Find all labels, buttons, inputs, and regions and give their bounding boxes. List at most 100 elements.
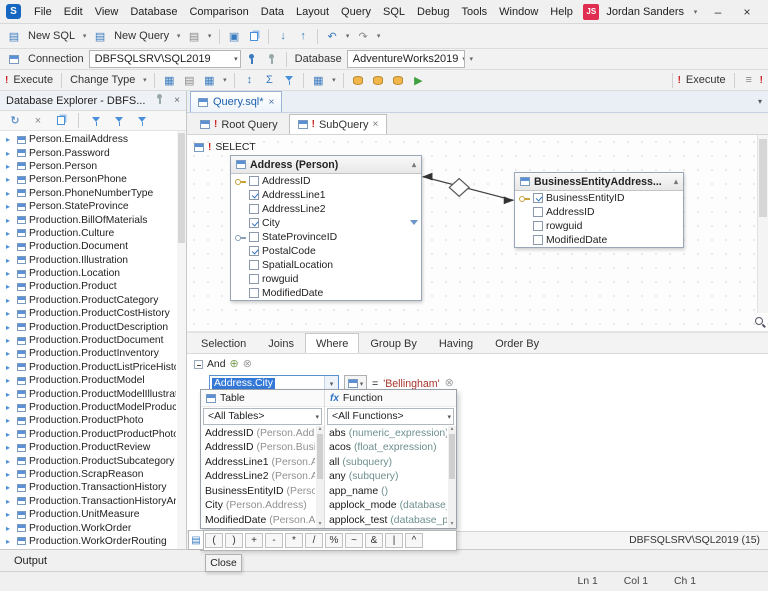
tree-item[interactable]: ▸ Production.ProductProductPhoto — [2, 428, 176, 441]
tab-sub-query[interactable]: ! SubQuery × — [289, 114, 388, 134]
all-tables-caret-icon[interactable]: ▾ — [315, 413, 319, 421]
diagram-scrollbar[interactable] — [757, 135, 768, 313]
remove-group-icon[interactable]: ⊗ — [243, 359, 252, 370]
minimize-button[interactable]: – — [707, 5, 729, 19]
user-name[interactable]: Jordan Sanders — [606, 6, 684, 18]
tree-item[interactable]: ▸ Production.UnitMeasure — [2, 508, 176, 521]
menu-item[interactable]: Data — [255, 0, 290, 23]
new-query-caret-icon[interactable]: ▾ — [174, 32, 183, 40]
redo-caret-icon[interactable]: ▾ — [374, 32, 383, 40]
column-checkbox[interactable] — [533, 221, 543, 231]
expander-icon[interactable]: ▸ — [6, 416, 14, 425]
scrollbar-thumb[interactable] — [449, 434, 455, 479]
tree-item[interactable]: ▸ Production.WorkOrder — [2, 521, 176, 534]
tree-item[interactable]: ▸ Production.Document — [2, 240, 176, 253]
attach-database-icon[interactable] — [349, 71, 367, 89]
expression-editor-button[interactable]: ▤ — [188, 530, 204, 550]
sort-icon[interactable]: ↕ — [240, 71, 258, 89]
group-icon[interactable]: Σ — [260, 71, 278, 89]
new-sql-button[interactable]: New SQL — [25, 30, 78, 42]
scroll-down-icon[interactable]: ▾ — [448, 521, 456, 528]
column-filter-icon[interactable] — [410, 220, 418, 225]
connection-select[interactable]: DBFSQLSRV\SQL2019 ▾ — [89, 50, 241, 68]
operator-button[interactable]: ~ — [345, 533, 363, 548]
operator-button[interactable]: / — [305, 533, 323, 548]
tree-item[interactable]: ▸ Production.ProductDescription — [2, 320, 176, 333]
user-avatar[interactable]: JS — [583, 4, 599, 20]
design-view-icon[interactable]: ▦ — [160, 71, 178, 89]
expander-icon[interactable]: ▸ — [6, 216, 14, 225]
explorer-close-icon[interactable]: × — [174, 95, 180, 106]
table-column-row[interactable]: ModifiedDate — [231, 286, 421, 300]
expander-icon[interactable]: ▸ — [6, 470, 14, 479]
expander-icon[interactable]: ▸ — [6, 282, 14, 291]
menu-item[interactable]: Query — [335, 0, 377, 23]
explorer-pin-icon[interactable] — [155, 93, 165, 108]
tree-item[interactable]: ▸ Production.Culture — [2, 227, 176, 240]
menu-item[interactable]: Edit — [58, 0, 89, 23]
tree-item[interactable]: ▸ Production.ProductCostHistory — [2, 307, 176, 320]
tree-item[interactable]: ▸ Production.TransactionHistoryAr — [2, 495, 176, 508]
explorer-remove-icon[interactable]: × — [29, 112, 47, 130]
scrollbar-thumb[interactable] — [759, 139, 767, 217]
tab-root-query[interactable]: ! Root Query — [191, 114, 287, 134]
operator-button[interactable]: - — [265, 533, 283, 548]
explorer-scrollbar[interactable] — [177, 131, 186, 549]
menu-item[interactable]: Layout — [290, 0, 335, 23]
all-functions-caret-icon[interactable]: ▾ — [447, 413, 451, 421]
tree-item[interactable]: ▸ Person.PhoneNumberType — [2, 187, 176, 200]
new-query-icon[interactable]: ▤ — [91, 27, 109, 45]
copy-icon[interactable] — [52, 112, 70, 130]
menu-item[interactable]: Comparison — [183, 0, 254, 23]
undo-icon[interactable]: ↶ — [323, 27, 341, 45]
connection-caret-icon[interactable]: ▾ — [230, 55, 238, 63]
operator-button[interactable]: ( — [205, 533, 223, 548]
column-checkbox[interactable] — [533, 193, 543, 203]
tab-joins[interactable]: Joins — [257, 333, 305, 353]
column-checkbox[interactable] — [249, 190, 259, 200]
tree-item[interactable]: ▸ Production.Location — [2, 267, 176, 280]
sql-text-icon[interactable]: ▤ — [180, 71, 198, 89]
tree-item[interactable]: ▸ Production.ProductSubcategory — [2, 454, 176, 467]
table-column-row[interactable]: AddressLine1 — [231, 188, 421, 202]
field-list-item[interactable]: AddressID (Person.Address — [201, 426, 315, 441]
condition-value[interactable]: 'Bellingham' — [383, 378, 439, 390]
connection-pin-icon[interactable] — [243, 50, 261, 68]
operator-button[interactable]: + — [245, 533, 263, 548]
user-menu-caret-icon[interactable]: ▾ — [691, 8, 700, 16]
table-card-address[interactable]: Address (Person) ▴ AddressID — [230, 155, 422, 301]
function-list-item[interactable]: any (subquery) — [325, 470, 447, 485]
filter-apply-icon[interactable] — [110, 112, 128, 130]
zoom-icon[interactable] — [754, 316, 767, 329]
scrollbar-thumb[interactable] — [317, 434, 323, 479]
diagram-view-caret-icon[interactable]: ▾ — [220, 76, 229, 84]
column-checkbox[interactable] — [249, 176, 259, 186]
execute-button[interactable]: Execute — [10, 74, 56, 86]
expander-icon[interactable]: ▸ — [6, 202, 14, 211]
table-column-row[interactable]: AddressID — [515, 205, 683, 219]
expander-icon[interactable]: ▸ — [6, 430, 14, 439]
table-column-row[interactable]: AddressLine2 — [231, 202, 421, 216]
menu-item[interactable]: View — [89, 0, 125, 23]
scrollbar-thumb[interactable] — [178, 133, 185, 243]
menu-item[interactable]: Tools — [455, 0, 493, 23]
database-extra-caret-icon[interactable]: ▾ — [467, 55, 476, 63]
table-column-row[interactable]: rowguid — [515, 219, 683, 233]
column-checkbox[interactable] — [249, 274, 259, 284]
expander-icon[interactable]: ▸ — [6, 403, 14, 412]
tree-item[interactable]: ▸ Person.Password — [2, 146, 176, 159]
function-list-item[interactable]: app_name () — [325, 484, 447, 499]
collapse-icon[interactable]: ▴ — [412, 160, 416, 169]
menu-item[interactable]: SQL — [377, 0, 411, 23]
detach-database-icon[interactable] — [369, 71, 387, 89]
tree-item[interactable]: ▸ Production.BillOfMaterials — [2, 213, 176, 226]
function-list-item[interactable]: all (subquery) — [325, 455, 447, 470]
tree-item[interactable]: ▸ Production.ProductInventory — [2, 347, 176, 360]
tab-selection[interactable]: Selection — [190, 333, 257, 353]
expander-icon[interactable]: ▸ — [6, 175, 14, 184]
table-column-row[interactable]: City — [231, 216, 421, 230]
close-popup-button[interactable]: Close — [205, 554, 242, 572]
new-query-button[interactable]: New Query — [111, 30, 172, 42]
tree-item[interactable]: ▸ Production.ScrapReason — [2, 468, 176, 481]
new-sql-caret-icon[interactable]: ▾ — [80, 32, 89, 40]
